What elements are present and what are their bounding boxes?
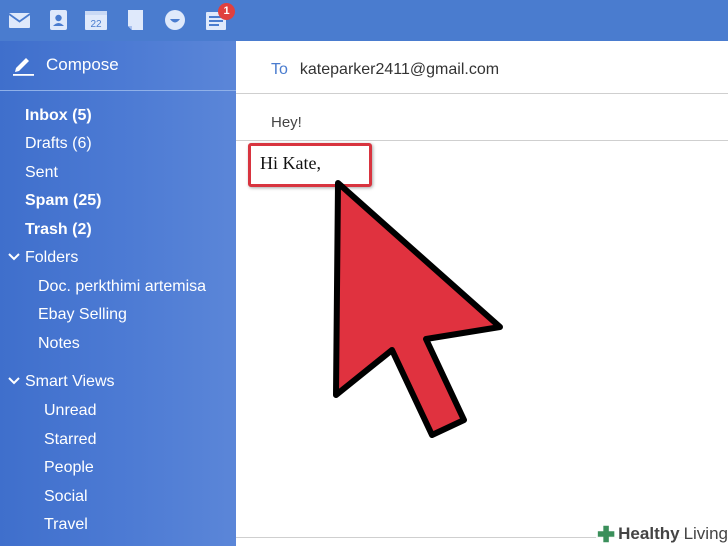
folder-item-ebay-selling[interactable]: Ebay Selling (38, 305, 127, 325)
subject-field[interactable]: Hey! (271, 114, 302, 131)
to-label: To (271, 61, 288, 78)
sidebar-item-sent[interactable]: Sent (25, 163, 58, 183)
folders-label: Folders (25, 249, 79, 266)
sidebar-item-spam[interactable]: Spam (25) (25, 191, 101, 211)
compose-panel: To kateparker2411@gmail.com Hey! Hi Kate, (236, 41, 728, 546)
folders-toggle[interactable]: Folders (8, 248, 78, 268)
smart-view-unread[interactable]: Unread (44, 401, 96, 421)
app-toolbar: 22 1 (0, 0, 728, 41)
mail-icon[interactable] (8, 8, 32, 32)
calendar-icon[interactable]: 22 (84, 8, 108, 32)
recipient-value[interactable]: kateparker2411@gmail.com (300, 61, 499, 78)
smart-view-travel[interactable]: Travel (44, 515, 88, 535)
compose-label: Compose (46, 55, 119, 74)
field-divider (236, 93, 728, 94)
smart-view-starred[interactable]: Starred (44, 430, 96, 450)
chevron-down-icon (8, 248, 22, 268)
smart-views-toggle[interactable]: Smart Views (8, 372, 115, 392)
messenger-icon[interactable] (163, 8, 187, 32)
notepad-icon[interactable] (124, 8, 148, 32)
contacts-icon[interactable] (47, 8, 71, 32)
field-divider (236, 140, 728, 141)
plus-logo-icon (597, 525, 615, 543)
watermark-brand-regular: Living (683, 524, 728, 543)
sidebar-item-trash[interactable]: Trash (2) (25, 220, 92, 240)
pencil-icon (13, 58, 34, 76)
watermark-brand-bold: Healthy (618, 524, 680, 543)
smart-view-people[interactable]: People (44, 458, 94, 478)
calendar-day-label: 22 (90, 19, 102, 30)
sidebar: Compose Inbox (5) Drafts (6) Sent Spam (… (0, 41, 236, 546)
sidebar-item-drafts[interactable]: Drafts (6) (25, 134, 92, 154)
sidebar-divider (0, 90, 236, 91)
folder-item-notes[interactable]: Notes (38, 334, 80, 354)
notification-badge: 1 (218, 3, 235, 20)
recipient-field[interactable]: To kateparker2411@gmail.com (271, 61, 499, 79)
folder-item-doc-perkthimi[interactable]: Doc. perkthimi artemisa (38, 277, 206, 297)
message-body[interactable]: Hi Kate, (260, 153, 321, 174)
smart-views-label: Smart Views (25, 373, 115, 390)
compose-button[interactable]: Compose (12, 53, 119, 77)
smart-view-social[interactable]: Social (44, 487, 88, 507)
sidebar-item-inbox[interactable]: Inbox (5) (25, 106, 92, 126)
watermark: Healthy Living (596, 522, 728, 546)
chevron-down-icon (8, 372, 22, 392)
